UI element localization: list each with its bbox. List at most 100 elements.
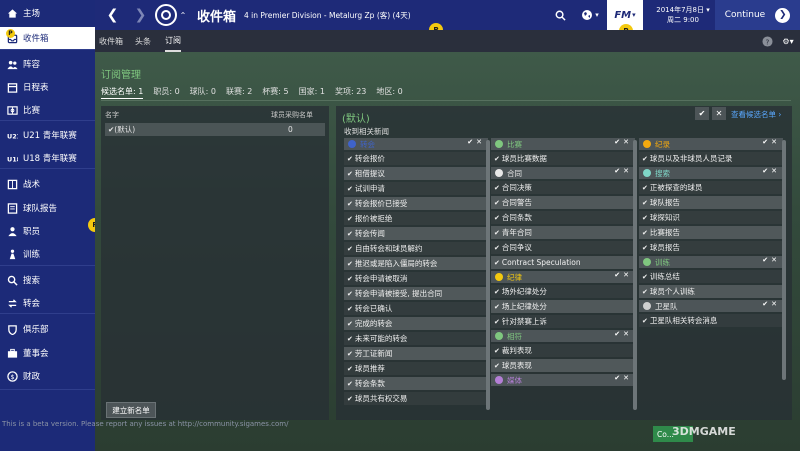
clear-all-button[interactable]: ✕ [712,107,726,120]
sidebar-item-finance[interactable]: $ 财政 [0,365,95,387]
news-group-header[interactable]: 训练 ✔✕ [639,256,783,268]
create-shortlist-button[interactable]: 建立新名单 [106,402,156,418]
news-option[interactable]: ✔ 场上纪律处分 [491,300,635,313]
news-option[interactable]: ✔ 转会已确认 [344,302,488,315]
news-option[interactable]: ✔ 合同警告 [491,196,635,209]
news-group-header[interactable]: 纪律 ✔✕ [491,271,635,283]
news-option[interactable]: ✔ 自由转会和球员解约 [344,242,488,255]
sidebar-item-tactics[interactable]: 战术 [0,173,95,195]
news-option[interactable]: ✔ 完成的转会 [344,317,488,330]
sidebar-item-search[interactable]: 搜索 [0,269,95,291]
sidebar-item-u18[interactable]: U18 U18 青年联赛 [0,147,95,169]
filter-tab[interactable]: 联赛: 2 [226,85,252,99]
sidebar-item-match[interactable]: 比赛 [0,99,95,121]
group-toggle-controls[interactable]: ✔✕ [467,138,485,150]
news-option[interactable]: ✔ 未来可能的转会 [344,332,488,345]
group-toggle-controls[interactable]: ✔✕ [762,256,780,268]
news-option-label: 完成的转会 [354,319,393,328]
news-option[interactable]: ✔ 球员推荐 [344,362,488,375]
group-toggle-controls[interactable]: ✔✕ [762,300,780,312]
news-option[interactable]: ✔ 试训申请 [344,182,488,195]
column-2-scrollbar[interactable] [633,140,637,410]
news-option[interactable]: ✔ 针对禁赛上诉 [491,315,635,328]
news-option[interactable]: ✔ 转会申请被取消 [344,272,488,285]
news-option[interactable]: ✔ 比赛报告 [639,226,783,239]
news-option[interactable]: ✔ 劳工证新闻 [344,347,488,360]
news-group-header[interactable]: 比赛 ✔✕ [491,138,635,150]
sidebar-item-training[interactable]: 训练 [0,243,95,265]
news-option[interactable]: ✔ 裁判表现 [491,344,635,357]
news-group-header[interactable]: 纪录 ✔✕ [639,138,783,150]
news-option[interactable]: ✔ 转会报价 [344,152,488,165]
group-toggle-controls[interactable]: ✔✕ [614,271,632,283]
forward-button[interactable]: ❯ [128,0,153,30]
news-option[interactable]: ✔ 球员个人训练 [639,285,783,298]
news-option[interactable]: ✔ 合同决策 [491,181,635,194]
tab-subscriptions[interactable]: 订阅 [165,30,181,52]
group-toggle-controls[interactable]: ✔✕ [614,167,632,179]
sidebar-item-squad[interactable]: 阵容 [0,53,95,75]
tab-headlines[interactable]: 头条 [135,30,151,52]
news-option[interactable]: ✔ 青年合同 [491,226,635,239]
next-match-info[interactable]: 4 in Premier Division - Metalurg Zp (客) … [244,10,411,21]
club-menu-chevron-icon[interactable]: ⌃ [177,0,189,30]
sidebar-item-staff[interactable]: 职员 [0,220,95,242]
view-candidates-link[interactable]: 查看候选名单 › [731,109,781,120]
sidebar-item-team-report[interactable]: 球队报告 [0,197,95,219]
group-toggle-controls[interactable]: ✔✕ [614,138,632,150]
sidebar-item-home[interactable]: 主场 [0,2,95,24]
news-group-header[interactable]: 合同 ✔✕ [491,167,635,179]
news-option[interactable]: ✔ 球员共有权交易 [344,392,488,405]
news-group-header[interactable]: 转会 ✔✕ [344,138,488,150]
column-3-scrollbar[interactable] [782,140,786,380]
group-toggle-controls[interactable]: ✔✕ [614,374,632,386]
news-option[interactable]: ✔ 合同条款 [491,211,635,224]
sidebar-item-calendar[interactable]: 日程表 [0,76,95,98]
select-all-button[interactable]: ✔ [695,107,709,120]
group-toggle-controls[interactable]: ✔✕ [614,330,632,342]
news-option[interactable]: ✔ 球员报告 [639,241,783,254]
news-option[interactable]: ✔ 租借提议 [344,167,488,180]
sidebar-item-u21[interactable]: U21 U21 青年联赛 [0,124,95,146]
news-option[interactable]: ✔ 报价被拒绝 [344,212,488,225]
back-button[interactable]: ❮ [100,0,125,30]
filter-tab[interactable]: 职员: 0 [153,85,179,99]
news-option[interactable]: ✔ 球员以及非球员人员记录 [639,152,783,165]
news-option[interactable]: ✔ 卫星队相关转会消息 [639,314,783,327]
group-toggle-controls[interactable]: ✔✕ [762,167,780,179]
news-option[interactable]: ✔ 球队报告 [639,196,783,209]
search-icon[interactable] [547,0,573,30]
news-option[interactable]: ✔ 转会报价已接受 [344,197,488,210]
sidebar-item-club[interactable]: 俱乐部 [0,318,95,340]
column-1-scrollbar[interactable] [486,140,490,410]
news-option[interactable]: ✔ 转会传闻 [344,227,488,240]
news-option[interactable]: ✔ 推迟或是陷入僵局的转会 [344,257,488,270]
filter-tab[interactable]: 奖项: 23 [335,85,366,99]
news-group-header[interactable]: 相符 ✔✕ [491,330,635,342]
news-option[interactable]: ✔ 转会条款 [344,377,488,390]
game-date[interactable]: 2014年7月8日 ▾ 周二 9:00 [648,5,718,25]
news-group-header[interactable]: 卫星队 ✔✕ [639,300,783,312]
sidebar-item-board[interactable]: 董事会 [0,342,95,364]
sidebar-item-transfer[interactable]: 转会 [0,292,95,314]
news-option[interactable]: ✔ 球员表现 [491,359,635,372]
news-option[interactable]: ✔ 球探知识 [639,211,783,224]
filter-tab[interactable]: 地区: 0 [376,85,402,99]
tab-inbox[interactable]: 收件箱 [99,30,123,52]
news-option[interactable]: ✔ 正被探查的球员 [639,181,783,194]
filter-tab[interactable]: 杯赛: 5 [262,85,288,99]
news-option[interactable]: ✔ 合同争议 [491,241,635,254]
news-group-header[interactable]: 搜索 ✔✕ [639,167,783,179]
news-option[interactable]: ✔ 场外纪律处分 [491,285,635,298]
group-toggle-controls[interactable]: ✔✕ [762,138,780,150]
filter-tab[interactable]: 国家: 1 [299,85,325,99]
globe-icon[interactable]: ▾ [573,0,607,30]
news-group-header[interactable]: 媒体 ✔✕ [491,374,635,386]
filter-tab[interactable]: 候选名单: 1 [101,85,144,99]
news-option[interactable]: ✔ 球员比赛数据 [491,152,635,165]
news-option[interactable]: ✔ 转会申请被接受, 提出合同 [344,287,488,300]
news-option[interactable]: ✔ 训练总结 [639,270,783,283]
filter-tab[interactable]: 球队: 0 [190,85,216,99]
shortlist-row[interactable]: ✔ (默认) 0 [105,123,325,136]
news-option[interactable]: ✔ Contract Speculation [491,256,635,269]
